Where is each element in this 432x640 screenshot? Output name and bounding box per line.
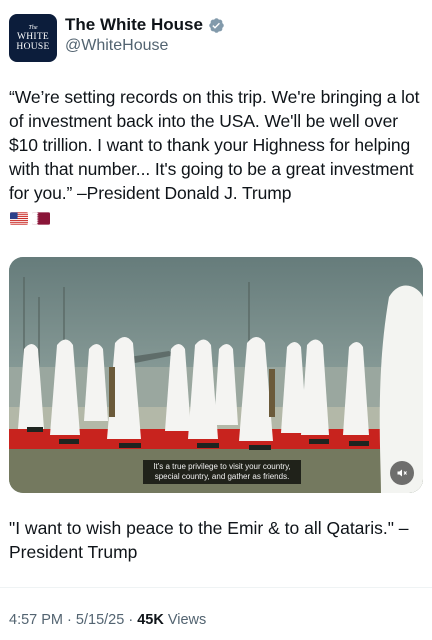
avatar-text-1: The xyxy=(28,24,38,31)
video-frame xyxy=(9,257,423,493)
tweet-date[interactable]: 5/15/25 xyxy=(76,612,124,628)
video-player[interactable]: It's a true privilege to visit your coun… xyxy=(9,257,423,493)
mute-button[interactable] xyxy=(390,461,414,485)
meta-separator: · xyxy=(67,612,72,628)
name-row: The White House xyxy=(65,15,225,35)
qatar-flag-icon xyxy=(32,212,50,225)
avatar[interactable]: The WHITE HOUSE xyxy=(9,14,57,62)
tweet-meta: 4:57 PM · 5/15/25 · 45K Views xyxy=(9,612,206,628)
video-caption: It's a true privilege to visit your coun… xyxy=(143,460,301,484)
speaker-muted-icon xyxy=(397,469,407,477)
verified-badge-icon xyxy=(209,17,224,33)
account-name[interactable]: The White House xyxy=(65,15,203,35)
views-label: Views xyxy=(167,612,207,628)
views-count: 45K xyxy=(137,612,164,628)
tweet-text: “We’re setting records on this trip. We'… xyxy=(9,87,420,203)
divider xyxy=(0,587,432,588)
tweet-header: The WHITE HOUSE The White House @WhiteHo… xyxy=(9,12,423,64)
us-flag-icon xyxy=(10,212,28,225)
avatar-text-3: HOUSE xyxy=(16,41,50,52)
flags xyxy=(10,212,50,225)
tweet-time[interactable]: 4:57 PM xyxy=(9,612,63,628)
meta-separator-2: · xyxy=(128,612,134,628)
avatar-text-2: WHITE xyxy=(16,31,50,42)
account-handle[interactable]: @WhiteHouse xyxy=(65,37,168,55)
quote-text: "I want to wish peace to the Emir & to a… xyxy=(9,518,409,562)
